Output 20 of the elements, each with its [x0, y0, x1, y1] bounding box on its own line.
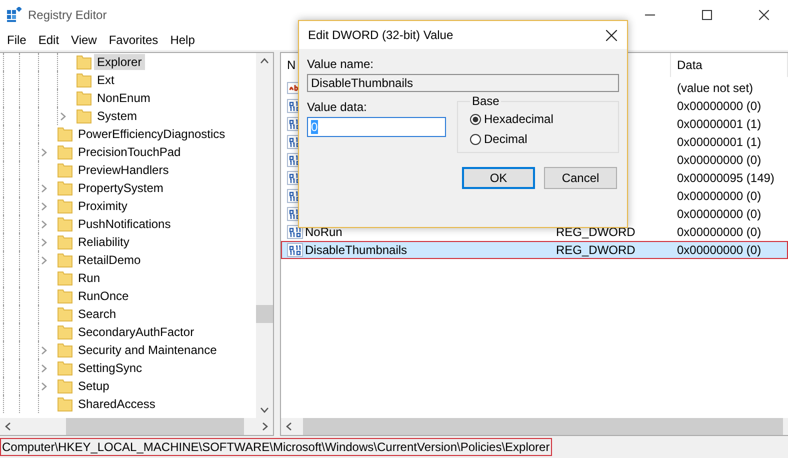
- value-name: NoRun: [305, 225, 342, 239]
- value-data: 0x00000001 (1): [677, 117, 762, 131]
- value-type: REG_DWORD: [556, 225, 636, 239]
- value-data: 0x00000000 (0): [677, 153, 762, 167]
- value-data: 0x00000001 (1): [677, 135, 762, 149]
- window-title: Registry Editor: [28, 8, 107, 22]
- value-name: DisableThumbnails: [305, 243, 408, 257]
- field-label: Value data:: [307, 100, 368, 114]
- value-type: REG_DWORD: [556, 243, 636, 257]
- value-data: 0x00000000 (0): [677, 99, 762, 113]
- value-data: 0x00000095 (149): [677, 171, 774, 185]
- value-data: 0x00000000 (0): [677, 225, 762, 239]
- value-data: 0x00000000 (0): [677, 189, 762, 203]
- value-data: (value not set): [677, 81, 754, 95]
- value-data: 0x00000000 (0): [677, 243, 762, 257]
- value-data: 0x00000000 (0): [677, 207, 762, 221]
- key-path: Computer\HKEY_LOCAL_MACHINE\SOFTWARE\Microsoft\Windows\CurrentVersion\Policies\Explorer: [0, 438, 552, 456]
- group-label: Base: [471, 94, 500, 108]
- field-label: Value name:: [307, 57, 374, 71]
- dialog-title: Edit DWORD (32-bit) Value: [308, 28, 454, 42]
